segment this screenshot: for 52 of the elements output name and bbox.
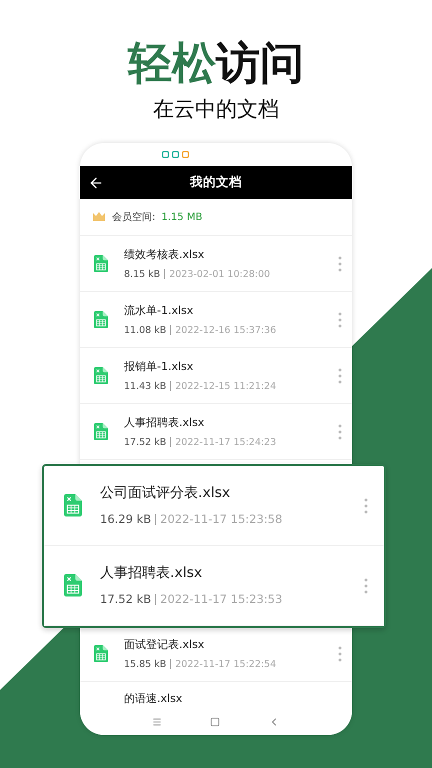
menu-icon[interactable] <box>152 716 162 726</box>
file-size: 11.08 kB <box>124 324 166 336</box>
crown-icon <box>92 211 106 223</box>
file-size: 15.85 kB <box>124 658 166 670</box>
more-options-icon[interactable] <box>338 646 342 662</box>
file-date: 2022-11-17 15:22:54 <box>175 658 276 670</box>
headline: 轻松 <box>128 38 216 90</box>
file-date: 2022-12-15 11:21:24 <box>175 380 276 392</box>
header-title: 我的文档 <box>188 173 243 192</box>
file-size: 17.52 kB <box>124 436 166 448</box>
file-row[interactable]: 人事招聘表.xlsx 17.52 kB 2022-11-17 15:24:23 <box>80 404 352 460</box>
more-options-icon[interactable] <box>338 368 342 384</box>
more-options-icon[interactable] <box>364 578 368 594</box>
file-row[interactable]: 绩效考核表.xlsx 8.15 kB 2023-02-01 10:28:00 <box>80 236 352 292</box>
back-icon[interactable] <box>88 174 104 190</box>
file-name: 报销单-1.xlsx <box>124 360 194 372</box>
file-name: 的语速.xlsx <box>124 692 182 705</box>
file-row[interactable]: 流水单-1.xlsx 11.08 kB 2022-12-16 15:37:36 <box>80 292 352 348</box>
file-row[interactable]: 报销单-1.xlsx 11.43 kB 2022-12-15 11:21:24 <box>80 348 352 404</box>
file-size: 17.52 kB <box>100 593 152 606</box>
subtitle: 在云中的文档 <box>153 96 279 122</box>
more-options-icon[interactable] <box>338 312 342 328</box>
file-date: 2023-02-01 10:28:00 <box>169 268 270 280</box>
file-row[interactable]: 人事招聘表.xlsx 17.52 kB 2022-11-17 15:23:53 <box>44 546 384 626</box>
spreadsheet-file-icon <box>64 494 82 517</box>
spreadsheet-file-icon <box>94 254 108 272</box>
spreadsheet-file-icon <box>94 310 108 328</box>
file-name: 人事招聘表.xlsx <box>100 565 204 581</box>
storage-label: 会员空间: <box>112 210 156 224</box>
file-name: 公司面试评分表.xlsx <box>100 485 232 501</box>
file-name: 绩效考核表.xlsx <box>124 248 206 260</box>
file-name: 流水单-1.xlsx <box>124 304 194 316</box>
spreadsheet-file-icon <box>64 574 82 597</box>
file-size: 16.29 kB <box>100 513 152 526</box>
spreadsheet-file-icon <box>94 644 108 662</box>
file-size: 11.43 kB <box>124 380 166 392</box>
file-date: 2022-11-17 15:23:53 <box>160 593 282 606</box>
more-options-icon[interactable] <box>364 498 368 514</box>
file-name: 面试登记表.xlsx <box>124 638 206 650</box>
spreadsheet-file-icon <box>94 366 108 384</box>
storage-value: 1.15 MB <box>161 210 202 224</box>
file-date: 2022-11-17 15:24:23 <box>175 436 276 448</box>
spreadsheet-file-icon <box>94 422 108 440</box>
file-date: 2022-11-17 15:23:58 <box>160 513 282 526</box>
file-date: 2022-12-16 15:37:36 <box>175 324 276 336</box>
file-name: 人事招聘表.xlsx <box>124 416 206 428</box>
file-row[interactable]: 公司面试评分表.xlsx 16.29 kB 2022-11-17 15:23:58 <box>44 466 384 546</box>
home-icon[interactable] <box>210 716 220 726</box>
more-options-icon[interactable] <box>338 424 342 440</box>
more-options-icon[interactable] <box>338 256 342 272</box>
file-size: 8.15 kB <box>124 268 160 280</box>
headline: 访问 <box>216 38 304 90</box>
